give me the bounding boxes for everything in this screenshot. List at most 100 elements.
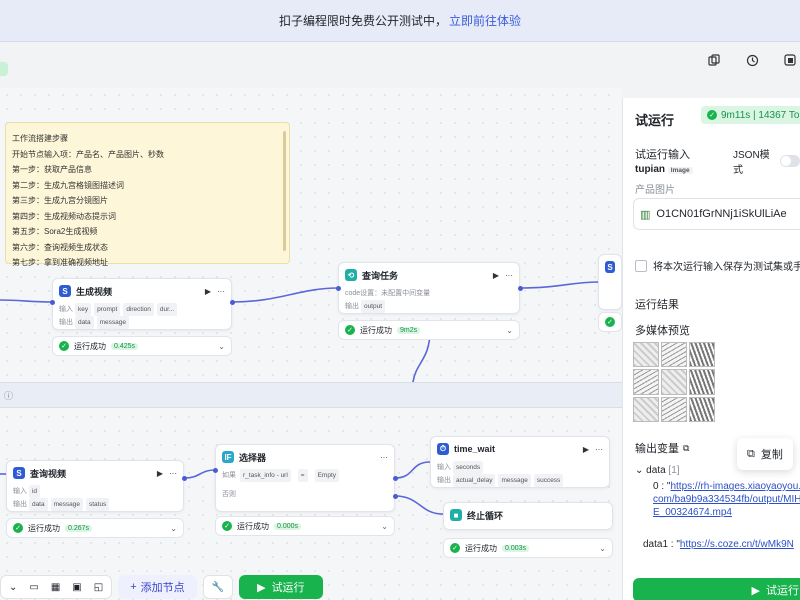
save-testset-label: 将本次运行输入保存为测试集或手: [653, 262, 800, 273]
chevron-down-icon[interactable]: ⌄: [599, 544, 606, 553]
field-name-text: tupian: [635, 164, 665, 175]
node-status[interactable]: ✓ 运行成功 0.267s ⌄: [6, 518, 184, 538]
param-chip: data: [28, 498, 48, 511]
workflow-note[interactable]: 工作流搭建步骤 开始节点输入项：产品名、产品图片、秒数 第一步：获取产品信息 第…: [5, 122, 290, 267]
node-title: 选择器: [239, 452, 267, 463]
panel-run-button[interactable]: ▶ 试运行: [633, 578, 800, 600]
input-port[interactable]: [213, 468, 218, 473]
panel-title: 试运行: [635, 113, 675, 128]
data-key: data: [646, 465, 666, 476]
json-mode-toggle[interactable]: JSON模式: [733, 146, 800, 176]
node-status[interactable]: ✓ 运行成功 9m2s ⌄: [338, 320, 520, 340]
more-icon[interactable]: ···: [217, 287, 225, 296]
canvas-tools: ⌄ ▭ ▦ ▣ ◱: [0, 575, 113, 599]
node-title: 查询任务: [362, 270, 399, 281]
comment-icon[interactable]: ▭: [29, 582, 38, 593]
image-field[interactable]: ▥ O1CN01fGrNNj1iSkUlLiAe: [633, 198, 800, 230]
param-chip: id: [28, 485, 41, 498]
add-node-button[interactable]: + 添加节点: [118, 575, 197, 599]
output-label: 输出: [345, 303, 359, 310]
data1-link[interactable]: https://s.coze.cn/t/wMk9N: [680, 539, 794, 550]
node-gen-video[interactable]: S 生成视频 ▶ ··· 输入 key prompt direction dur... …: [52, 278, 232, 330]
node-status-partial[interactable]: ✓: [598, 312, 622, 332]
selector-else-row: 否则: [216, 488, 394, 501]
condition-val[interactable]: Empty: [314, 469, 340, 482]
run-node-icon[interactable]: ▶: [205, 287, 211, 296]
more-icon[interactable]: ···: [380, 453, 388, 462]
output-port[interactable]: [230, 300, 235, 305]
node-query-task[interactable]: ⟲ 查询任务 ▶ ··· code设置：未配置中间变量 输出 output: [338, 262, 520, 314]
param-chip: seconds: [452, 461, 484, 474]
toggle-switch[interactable]: [780, 155, 800, 167]
run-node-icon[interactable]: ▶: [493, 271, 499, 280]
output-port[interactable]: [182, 476, 187, 481]
copy-button[interactable]: ⧉ 复制: [737, 438, 793, 470]
node-stop-loop[interactable]: ■ 终止循环: [443, 502, 613, 530]
run-node-icon[interactable]: ▶: [583, 445, 589, 454]
save-testset-checkbox[interactable]: [635, 259, 647, 272]
input-port[interactable]: [336, 286, 341, 291]
note-scrollbar[interactable]: [283, 131, 286, 251]
condition-var[interactable]: r_task_info - url: [240, 469, 291, 482]
wrench-tool[interactable]: 🔧: [202, 575, 234, 599]
save-testset-row[interactable]: 将本次运行输入保存为测试集或手: [635, 258, 800, 273]
field-name: tupian Image: [635, 164, 696, 175]
duration-badge: 0.003s: [502, 544, 530, 552]
minimap-icon[interactable]: ◱: [94, 582, 103, 593]
banner-link[interactable]: 立即前往体验: [449, 12, 521, 29]
history-icon[interactable]: [742, 50, 762, 70]
more-icon[interactable]: ···: [505, 271, 513, 280]
output-port-if[interactable]: [393, 476, 398, 481]
output-port[interactable]: [518, 286, 523, 291]
chevron-down-icon[interactable]: ⌄: [218, 342, 225, 351]
param-chip: message: [96, 316, 129, 329]
copy-icon[interactable]: [704, 50, 724, 70]
note-line: 第七步：拿到准确视频地址: [12, 258, 108, 267]
more-icon[interactable]: ···: [169, 469, 177, 478]
item-url-link[interactable]: https://rh-images.xiaoyaoyou.com/ba9b9a3…: [653, 481, 800, 518]
grid-icon[interactable]: ▦: [51, 582, 60, 593]
chevron-down-icon[interactable]: ⌄: [381, 522, 388, 531]
chevron-icon[interactable]: ⌄: [9, 582, 17, 593]
more-icon[interactable]: ···: [595, 445, 603, 454]
output-port-else[interactable]: [393, 494, 398, 499]
input-port[interactable]: [50, 300, 55, 305]
copy-icon[interactable]: ⧉: [683, 443, 689, 454]
node-hint: code设置：未配置中间变量: [345, 290, 431, 297]
chevron-down-icon[interactable]: ⌄: [170, 524, 177, 533]
media-preview-image[interactable]: [633, 342, 715, 422]
status-chip: [0, 62, 8, 76]
copy-alt-icon[interactable]: [780, 50, 800, 70]
output-label: 输出: [59, 319, 73, 326]
node-status[interactable]: ✓ 运行成功 0.000s ⌄: [215, 516, 395, 536]
node-status[interactable]: ✓ 运行成功 0.003s ⌄: [443, 538, 613, 558]
node-selector[interactable]: IF 选择器 ··· 如果 r_task_info - url = Empty …: [215, 444, 395, 512]
run-node-icon[interactable]: ▶: [157, 469, 163, 478]
code-icon: ⟲: [345, 269, 357, 281]
success-icon: ✓: [450, 543, 460, 553]
node-status[interactable]: ✓ 运行成功 0.425s ⌄: [52, 336, 232, 356]
duration-badge: 0.425s: [111, 342, 139, 350]
node-outputs: 输出 output: [339, 300, 519, 313]
node-partial[interactable]: S: [598, 254, 622, 310]
status-text: 运行成功: [74, 341, 106, 351]
param-chip: direction: [123, 303, 154, 316]
duration-badge: 0.267s: [65, 524, 93, 532]
node-time-wait[interactable]: ⏱ time_wait ▶ ··· 输入 seconds 输出 actual_de…: [430, 436, 610, 488]
condition-op[interactable]: =: [297, 469, 308, 482]
data-item-0: 0 : "https://rh-images.xiaoyaoyou.com/ba…: [653, 480, 800, 519]
chevron-down-icon[interactable]: ⌄: [506, 326, 513, 335]
data-key-row[interactable]: ⌄ data [1]: [635, 464, 680, 477]
node-query-video[interactable]: S 查询视频 ▶ ··· 输入 id 输出 data message status: [6, 460, 184, 512]
test-run-button[interactable]: ▶ 试运行: [239, 575, 323, 599]
image-icon[interactable]: ▣: [72, 582, 81, 593]
node-title: 查询视频: [30, 468, 67, 479]
node-inputs: 输入 seconds: [431, 461, 609, 474]
param-chip: data: [74, 316, 94, 329]
note-line: 工作流搭建步骤: [12, 134, 68, 143]
stop-icon: ■: [450, 509, 462, 521]
output-vars-title: 输出变量 ⧉: [635, 440, 689, 456]
chevron-down-icon[interactable]: ⌄: [635, 465, 643, 476]
copy-label: 复制: [760, 449, 783, 461]
info-icon: ⓘ: [4, 391, 14, 401]
